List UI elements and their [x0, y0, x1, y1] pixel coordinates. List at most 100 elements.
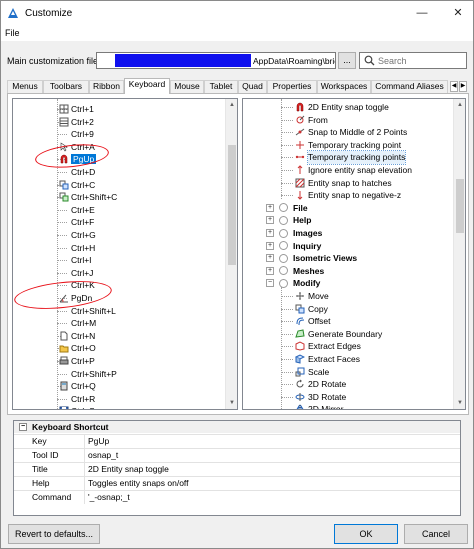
tab-workspaces[interactable]: Workspaces [317, 80, 371, 93]
shortcut-list-item[interactable]: Ctrl+1 [71, 103, 94, 116]
expand-icon[interactable]: + [266, 254, 274, 263]
shortcut-list-scrollbar[interactable]: ▲ ▼ [225, 99, 237, 409]
group-toggle-icon[interactable] [279, 278, 288, 288]
group-toggle-icon[interactable] [279, 228, 288, 238]
scroll-down-icon[interactable]: ▼ [226, 397, 237, 409]
scroll-up-icon[interactable]: ▲ [226, 99, 237, 111]
command-group[interactable]: Inquiry [293, 240, 321, 253]
shortcut-list[interactable]: ▲ ▼ Ctrl+1 Ctrl+2 Ctrl+9 Ctrl+A PgUp Ctrl+D Ct… [12, 98, 238, 410]
command-item[interactable]: Extract Faces [308, 353, 360, 366]
shortcut-list-item[interactable]: Ctrl+G [71, 229, 96, 242]
shortcut-list-item[interactable]: Ctrl+P [71, 355, 95, 368]
scrollbar-thumb[interactable] [456, 179, 464, 233]
group-toggle-icon[interactable] [279, 266, 288, 276]
collapse-icon[interactable]: − [266, 279, 274, 288]
tab-scroll-left-button[interactable]: ◀ [450, 81, 458, 92]
expand-icon[interactable]: + [266, 241, 274, 250]
command-item[interactable]: Scale [308, 366, 329, 379]
shortcut-list-item[interactable]: Ctrl+H [71, 242, 95, 255]
shortcut-list-item[interactable]: Ctrl+J [71, 267, 93, 280]
command-item[interactable]: From [308, 114, 328, 127]
tab-mouse[interactable]: Mouse [170, 80, 204, 93]
shortcut-list-item[interactable]: Ctrl+I [71, 254, 92, 267]
expand-icon[interactable]: + [266, 229, 274, 237]
command-item[interactable]: Snap to Middle of 2 Points [308, 126, 407, 139]
shortcut-list-item[interactable]: Ctrl+9 [71, 128, 94, 141]
command-item[interactable]: Generate Boundary [308, 328, 382, 341]
shortcut-list-item[interactable]: Ctrl+R [71, 393, 95, 406]
group-toggle-icon[interactable] [279, 253, 288, 263]
shortcut-list-item[interactable]: Ctrl+N [71, 330, 95, 343]
minimize-button[interactable]: — [409, 4, 435, 22]
expand-icon[interactable]: + [266, 216, 274, 225]
tab-quad[interactable]: Quad [238, 80, 267, 93]
command-group[interactable]: Images [293, 227, 322, 240]
tab-tablet[interactable]: Tablet [204, 80, 238, 93]
command-item[interactable]: Temporary tracking point [308, 139, 401, 152]
command-item[interactable]: 2D Entity snap toggle [308, 101, 389, 114]
command-item[interactable]: 2D Rotate [308, 378, 346, 391]
command-item[interactable]: Temporary tracking points [306, 150, 407, 165]
shortcut-list-item[interactable]: Ctrl+Shift+C [71, 191, 117, 204]
group-toggle-icon[interactable] [279, 241, 288, 251]
command-item[interactable]: Ignore entity snap elevation [308, 164, 412, 177]
collapse-icon[interactable]: − [19, 423, 27, 431]
shortcut-list-item[interactable]: Ctrl+S [71, 405, 95, 409]
command-group[interactable]: Isometric Views [293, 252, 357, 265]
command-group[interactable]: Help [293, 214, 311, 227]
command-group[interactable]: Meshes [293, 265, 324, 278]
command-item[interactable]: Entity snap to negative-z [308, 189, 401, 202]
command-item[interactable]: Move [308, 290, 329, 303]
menu-file[interactable]: File [5, 28, 20, 38]
shortcut-list-item[interactable]: Ctrl+Q [71, 380, 96, 393]
search-box[interactable] [359, 52, 467, 69]
group-toggle-icon[interactable] [279, 215, 288, 225]
shortcut-list-item[interactable]: Ctrl+F [71, 216, 94, 229]
property-row-help[interactable]: Help Toggles entity snaps on/off [14, 476, 460, 490]
expand-icon[interactable]: + [266, 266, 274, 275]
tab-ribbon[interactable]: Ribbon [89, 80, 124, 93]
property-value[interactable]: Toggles entity snaps on/off [88, 477, 189, 490]
command-item[interactable]: Offset [308, 315, 331, 328]
close-button[interactable]: ✕ [445, 4, 471, 22]
tab-command-aliases[interactable]: Command Aliases [371, 80, 448, 93]
property-row-tool-id[interactable]: Tool ID osnap_t [14, 448, 460, 462]
expand-icon[interactable]: + [266, 203, 274, 212]
shortcut-list-item[interactable]: Ctrl+O [71, 342, 96, 355]
tab-scroll-right-button[interactable]: ▶ [459, 81, 467, 92]
revert-to-defaults-button[interactable]: Revert to defaults... [8, 524, 100, 544]
shortcut-list-item[interactable]: Ctrl+D [71, 166, 95, 179]
cancel-button[interactable]: Cancel [404, 524, 468, 544]
command-item[interactable]: Copy [308, 303, 328, 316]
command-item[interactable]: 3D Rotate [308, 391, 346, 404]
search-input[interactable] [378, 54, 464, 67]
scrollbar-thumb[interactable] [228, 145, 236, 265]
scroll-down-icon[interactable]: ▼ [454, 397, 465, 409]
group-toggle-icon[interactable] [279, 203, 288, 213]
ok-button[interactable]: OK [334, 524, 398, 544]
command-group[interactable]: Modify [293, 277, 320, 290]
command-tree[interactable]: ▲ ▼ 2D Entity snap toggle From Snap to Mid… [242, 98, 466, 410]
property-value[interactable]: PgUp [88, 435, 109, 448]
tab-properties[interactable]: Properties [267, 80, 317, 93]
shortcut-list-item[interactable]: Ctrl+M [71, 317, 96, 330]
tab-toolbars[interactable]: Toolbars [43, 80, 89, 93]
command-group[interactable]: File [293, 202, 308, 215]
shortcut-list-item[interactable]: Ctrl+E [71, 204, 95, 217]
browse-button[interactable]: ... [338, 52, 356, 69]
property-value[interactable]: '_-osnap;_t [88, 491, 130, 504]
shortcut-list-item[interactable]: Ctrl+2 [71, 116, 94, 129]
customization-file-path[interactable]: AppData\Roaming\bricsys\bricscad\v17x64\… [96, 52, 336, 69]
property-value[interactable]: 2D Entity snap toggle [88, 463, 169, 476]
command-tree-scrollbar[interactable]: ▲ ▼ [453, 99, 465, 409]
shortcut-list-item[interactable]: Ctrl+Shift+P [71, 368, 117, 381]
property-row-command[interactable]: Command '_-osnap;_t [14, 490, 460, 504]
command-item[interactable]: Entity snap to hatches [308, 177, 392, 190]
shortcut-list-item[interactable]: Ctrl+Shift+L [71, 305, 116, 318]
command-item[interactable]: 2D Mirror [308, 403, 343, 409]
tab-keyboard[interactable]: Keyboard [124, 78, 170, 94]
command-item[interactable]: Extract Edges [308, 340, 361, 353]
shortcut-list-item[interactable]: Ctrl+C [71, 179, 95, 192]
property-value[interactable]: osnap_t [88, 449, 118, 462]
property-row-title[interactable]: Title 2D Entity snap toggle [14, 462, 460, 476]
